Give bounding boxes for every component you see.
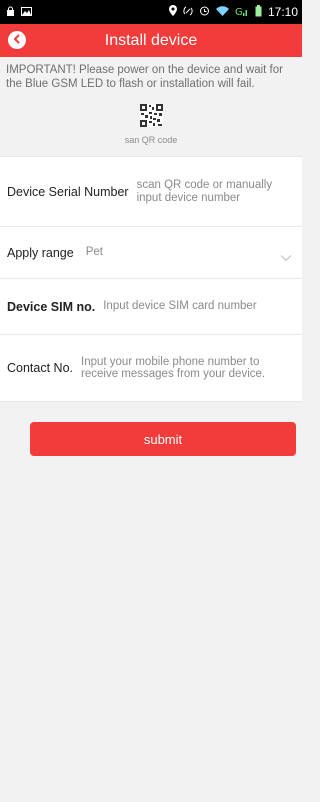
location-pin-icon [168, 5, 177, 19]
apply-range-row[interactable]: Apply range Pet [0, 227, 302, 279]
sim-number-input[interactable]: Input device SIM card number [103, 300, 292, 313]
apply-range-label: Apply range [7, 245, 74, 260]
submit-area: submit [0, 402, 302, 802]
serial-number-row: Device Serial Number scan QR code or man… [0, 157, 302, 227]
svg-text:G: G [235, 7, 243, 16]
page-title: Install device [104, 31, 198, 49]
submit-button[interactable]: submit [30, 422, 296, 456]
contact-number-label: Contact No. [7, 361, 74, 375]
device-form: Device Serial Number scan QR code or man… [0, 156, 302, 402]
back-arrow-icon [12, 31, 22, 49]
nfc-icon [183, 5, 193, 19]
wifi-icon [215, 5, 229, 19]
alarm-icon [199, 5, 210, 19]
qr-scan-area: san QR code [0, 104, 302, 156]
status-time: 17:10 [267, 5, 298, 19]
qr-label: san QR code [124, 135, 178, 145]
contact-number-row: Contact No. Input your mobile phone numb… [0, 335, 302, 402]
battery-icon [255, 4, 262, 20]
contact-number-input[interactable]: Input your mobile phone number to receiv… [81, 356, 292, 381]
status-bar: G 17:10 [0, 0, 302, 24]
chevron-down-icon[interactable] [280, 249, 292, 261]
sim-number-row: Device SIM no. Input device SIM card num… [0, 279, 302, 335]
lock-icon [6, 5, 15, 19]
sim-number-label: Device SIM no. [7, 299, 96, 314]
image-icon [21, 5, 32, 19]
signal-g-icon: G [235, 5, 249, 19]
serial-number-input[interactable]: scan QR code or manually input device nu… [137, 179, 292, 204]
back-button[interactable] [8, 31, 26, 49]
app-header: Install device [0, 24, 302, 57]
important-notice: IMPORTANT! Please power on the device an… [6, 64, 283, 90]
qr-code-icon[interactable] [139, 104, 163, 127]
serial-number-label: Device Serial Number [7, 184, 129, 199]
apply-range-select[interactable]: Pet [86, 246, 103, 259]
